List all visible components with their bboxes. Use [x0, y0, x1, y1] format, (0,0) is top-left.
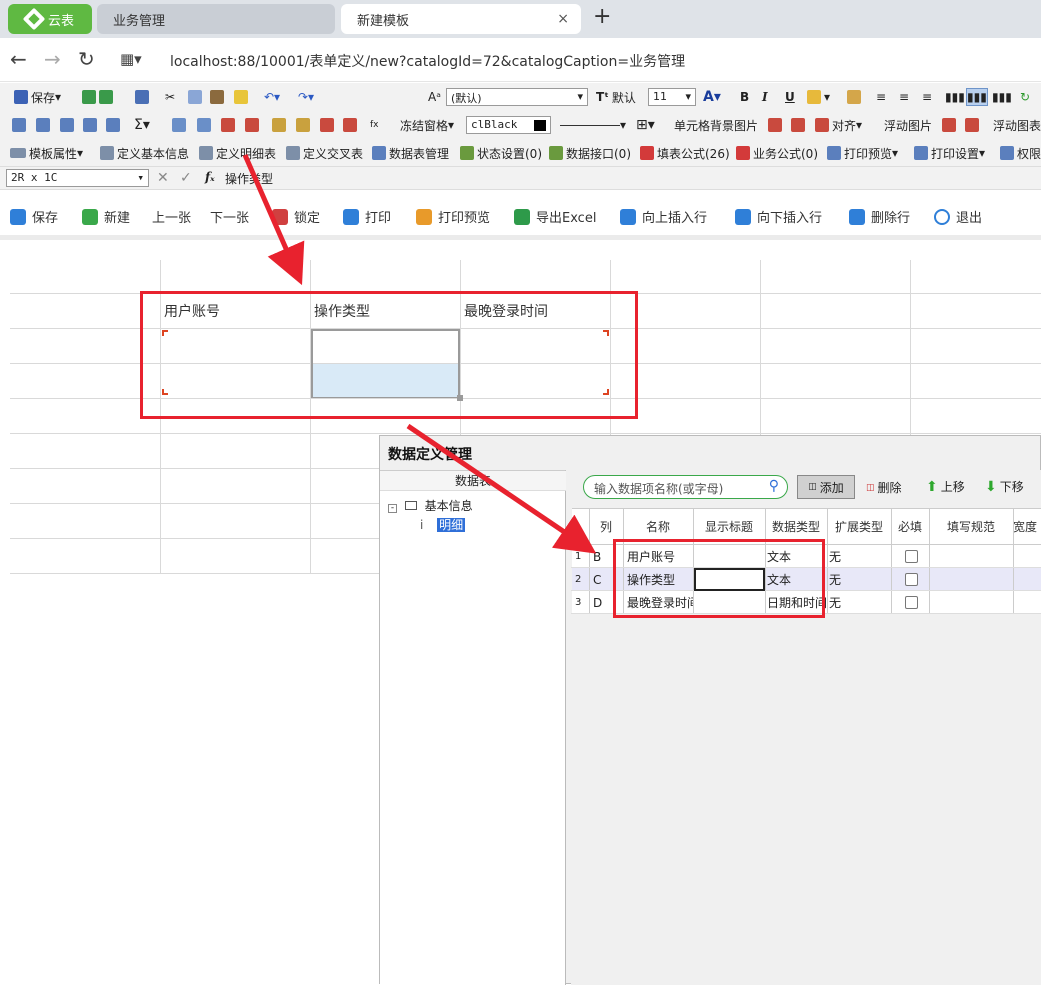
annotation-arrows — [242, 153, 597, 554]
annotation-arrow-to-headers — [242, 153, 305, 286]
annotation-arrow-to-fields — [406, 423, 597, 554]
